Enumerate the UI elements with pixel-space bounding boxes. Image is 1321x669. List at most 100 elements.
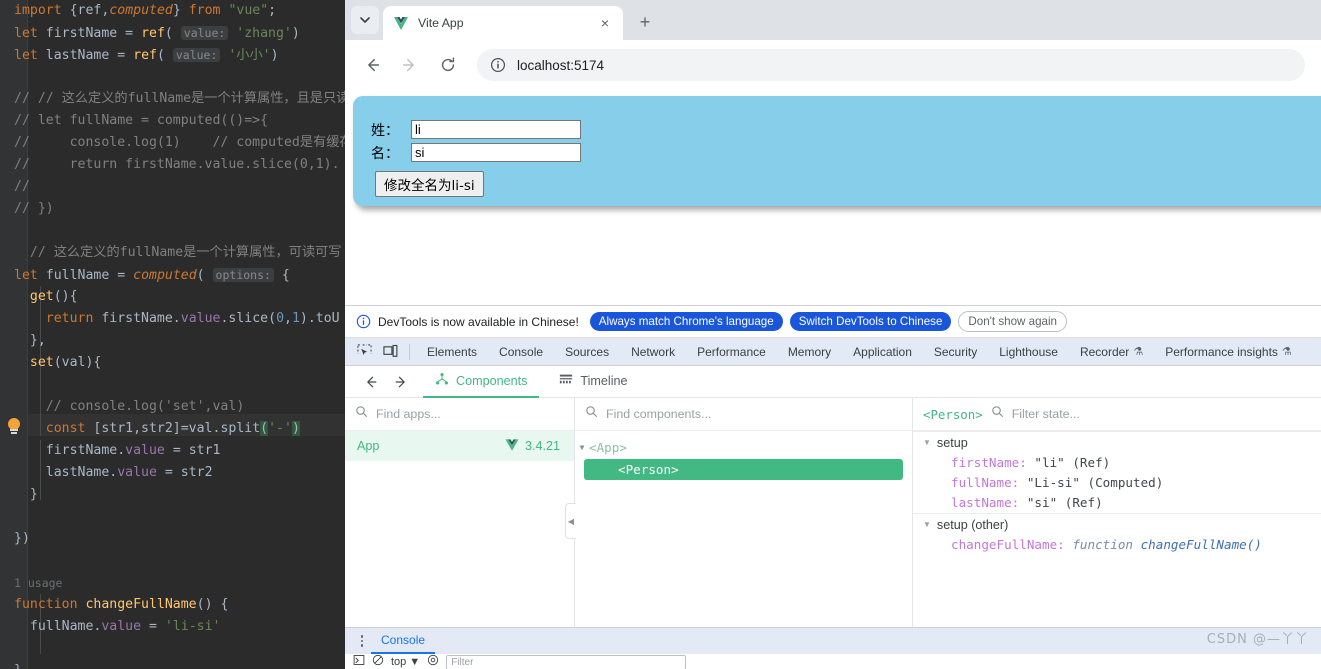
state-entry[interactable]: fullName: "Li-si" (Computed) <box>913 473 1321 493</box>
console-context-label: top <box>391 656 407 668</box>
clear-console-icon[interactable] <box>353 654 365 669</box>
code-token: value <box>117 465 157 480</box>
console-drawer: Console top ▼ Filter <box>345 627 1321 669</box>
panel-tab-security[interactable]: Security <box>923 338 988 366</box>
vue-back-arrow-icon[interactable] <box>357 369 385 395</box>
code-token: firstName. <box>45 443 126 458</box>
panel-tab-label: Performance insights <box>1165 344 1278 359</box>
back-arrow-icon[interactable] <box>357 50 387 80</box>
panel-tab-elements[interactable]: Elements <box>416 338 488 366</box>
banner-message: DevTools is now available in Chinese! <box>378 314 579 329</box>
dont-show-again-button[interactable]: Don't show again <box>958 311 1067 332</box>
last-name-label: 名： <box>371 145 399 162</box>
code-token: 'zhang' <box>236 26 292 41</box>
panel-tab-application[interactable]: Application <box>842 338 923 366</box>
console-context-selector[interactable]: top ▼ <box>391 656 420 668</box>
chevron-down-icon: ▼ <box>409 656 421 668</box>
state-value-type: (Ref) <box>1064 495 1103 510</box>
code-token: "vue" <box>228 3 269 18</box>
console-filter-input[interactable]: Filter <box>446 654 687 669</box>
tab-components[interactable]: Components <box>423 366 540 398</box>
caret-down-icon[interactable]: ▼ <box>575 443 589 452</box>
code-token: value <box>101 619 142 634</box>
code-token: // console.log('set',val) <box>45 399 245 414</box>
filter-state-search[interactable]: <Person> Filter state... <box>913 398 1321 431</box>
code-line: const [str1,str2]=val.split('-') <box>14 418 354 440</box>
tab-close-icon[interactable]: × <box>597 15 613 31</box>
code-line: get(){ <box>14 286 354 308</box>
screenshot-root: import {ref,computed} from "vue"; let fir… <box>0 0 1321 669</box>
tab-timeline[interactable]: Timeline <box>547 366 639 398</box>
drawer-tab-console[interactable]: Console <box>371 628 436 654</box>
code-token: [str1,str2]=val. <box>93 421 221 436</box>
new-tab-button[interactable]: + <box>631 8 659 36</box>
console-settings-eye-icon[interactable] <box>427 654 439 669</box>
code-line: fullName.value = 'li-si' <box>14 616 354 638</box>
code-token: ( <box>260 421 269 436</box>
find-apps-search[interactable]: Find apps... <box>345 398 574 431</box>
component-state-pane: <Person> Filter state... ▼ setup firstName… <box>913 398 1321 638</box>
panel-tab-network[interactable]: Network <box>620 338 686 366</box>
vue-logo-icon <box>393 15 409 31</box>
component-tree-node[interactable]: <Person> <box>584 459 903 480</box>
collapse-pane-handle[interactable]: ◀ <box>565 503 576 539</box>
vue-forward-arrow-icon[interactable] <box>387 369 415 395</box>
panel-tab-memory[interactable]: Memory <box>777 338 842 366</box>
code-line: 1 usage <box>14 572 354 594</box>
search-icon <box>585 405 598 423</box>
state-group-header[interactable]: ▼ setup (other) <box>913 513 1321 535</box>
code-line: // console.log('set',val) <box>14 396 354 418</box>
code-token: ( <box>196 268 213 283</box>
always-match-language-button[interactable]: Always match Chrome's language <box>589 312 783 331</box>
panel-tab-console[interactable]: Console <box>488 338 554 366</box>
caret-down-icon[interactable]: ▼ <box>923 438 931 447</box>
panel-tab-performance-insights[interactable]: Performance insights ⚗ <box>1154 338 1303 366</box>
state-group-header[interactable]: ▼ setup <box>913 431 1321 453</box>
caret-down-icon[interactable]: ▼ <box>923 520 931 529</box>
code-token: const <box>45 421 94 436</box>
code-token: { <box>69 3 78 18</box>
code-token: let <box>14 48 46 63</box>
address-bar[interactable]: localhost:5174 <box>477 49 1305 81</box>
browser-tab[interactable]: Vite App × <box>383 6 623 40</box>
inspect-element-icon[interactable] <box>351 340 377 364</box>
code-token: fullName. <box>29 619 102 634</box>
code-token: options: <box>212 268 274 282</box>
no-entry-icon[interactable] <box>372 654 384 669</box>
site-info-icon[interactable] <box>489 56 507 74</box>
source-code[interactable]: import {ref,computed} from "vue"; let fir… <box>14 0 354 669</box>
device-toolbar-icon[interactable] <box>377 340 403 364</box>
reload-icon[interactable] <box>433 50 463 80</box>
panel-tab-sources[interactable]: Sources <box>554 338 620 366</box>
state-entry[interactable]: firstName: "li" (Ref) <box>913 453 1321 473</box>
panel-tab-recorder[interactable]: Recorder ⚗ <box>1069 338 1154 366</box>
code-token: fullName <box>45 268 110 283</box>
change-full-name-button[interactable]: 修改全名为li-si <box>375 171 484 197</box>
experiment-flask-icon: ⚗ <box>1281 346 1292 358</box>
tab-search-chevron-down-icon[interactable] <box>351 6 379 34</box>
code-token: computed <box>109 3 173 18</box>
find-components-search[interactable]: Find components... <box>575 398 912 431</box>
panel-tab-lighthouse[interactable]: Lighthouse <box>988 338 1069 366</box>
app-list-item[interactable]: App 3.4.21 <box>345 431 574 461</box>
switch-devtools-chinese-button[interactable]: Switch DevTools to Chinese <box>789 312 952 331</box>
state-entry[interactable]: changeFullName: function changeFullName(… <box>913 535 1321 555</box>
forward-arrow-icon[interactable] <box>395 50 425 80</box>
last-name-input[interactable] <box>411 143 581 162</box>
code-token: // }) <box>14 201 54 216</box>
state-entry[interactable]: lastName: "si" (Ref) <box>913 493 1321 513</box>
state-group-label: setup (other) <box>936 517 1009 532</box>
code-token: ( <box>164 26 181 41</box>
panel-tab-performance[interactable]: Performance <box>686 338 777 366</box>
code-token: , <box>284 311 292 326</box>
more-options-icon[interactable] <box>353 631 371 651</box>
state-value: function <box>1072 537 1141 552</box>
component-tree-node[interactable]: ▼ <App> <box>575 437 912 457</box>
first-name-input[interactable] <box>411 120 581 139</box>
code-token: () { <box>196 597 229 612</box>
code-token: let <box>14 26 46 41</box>
